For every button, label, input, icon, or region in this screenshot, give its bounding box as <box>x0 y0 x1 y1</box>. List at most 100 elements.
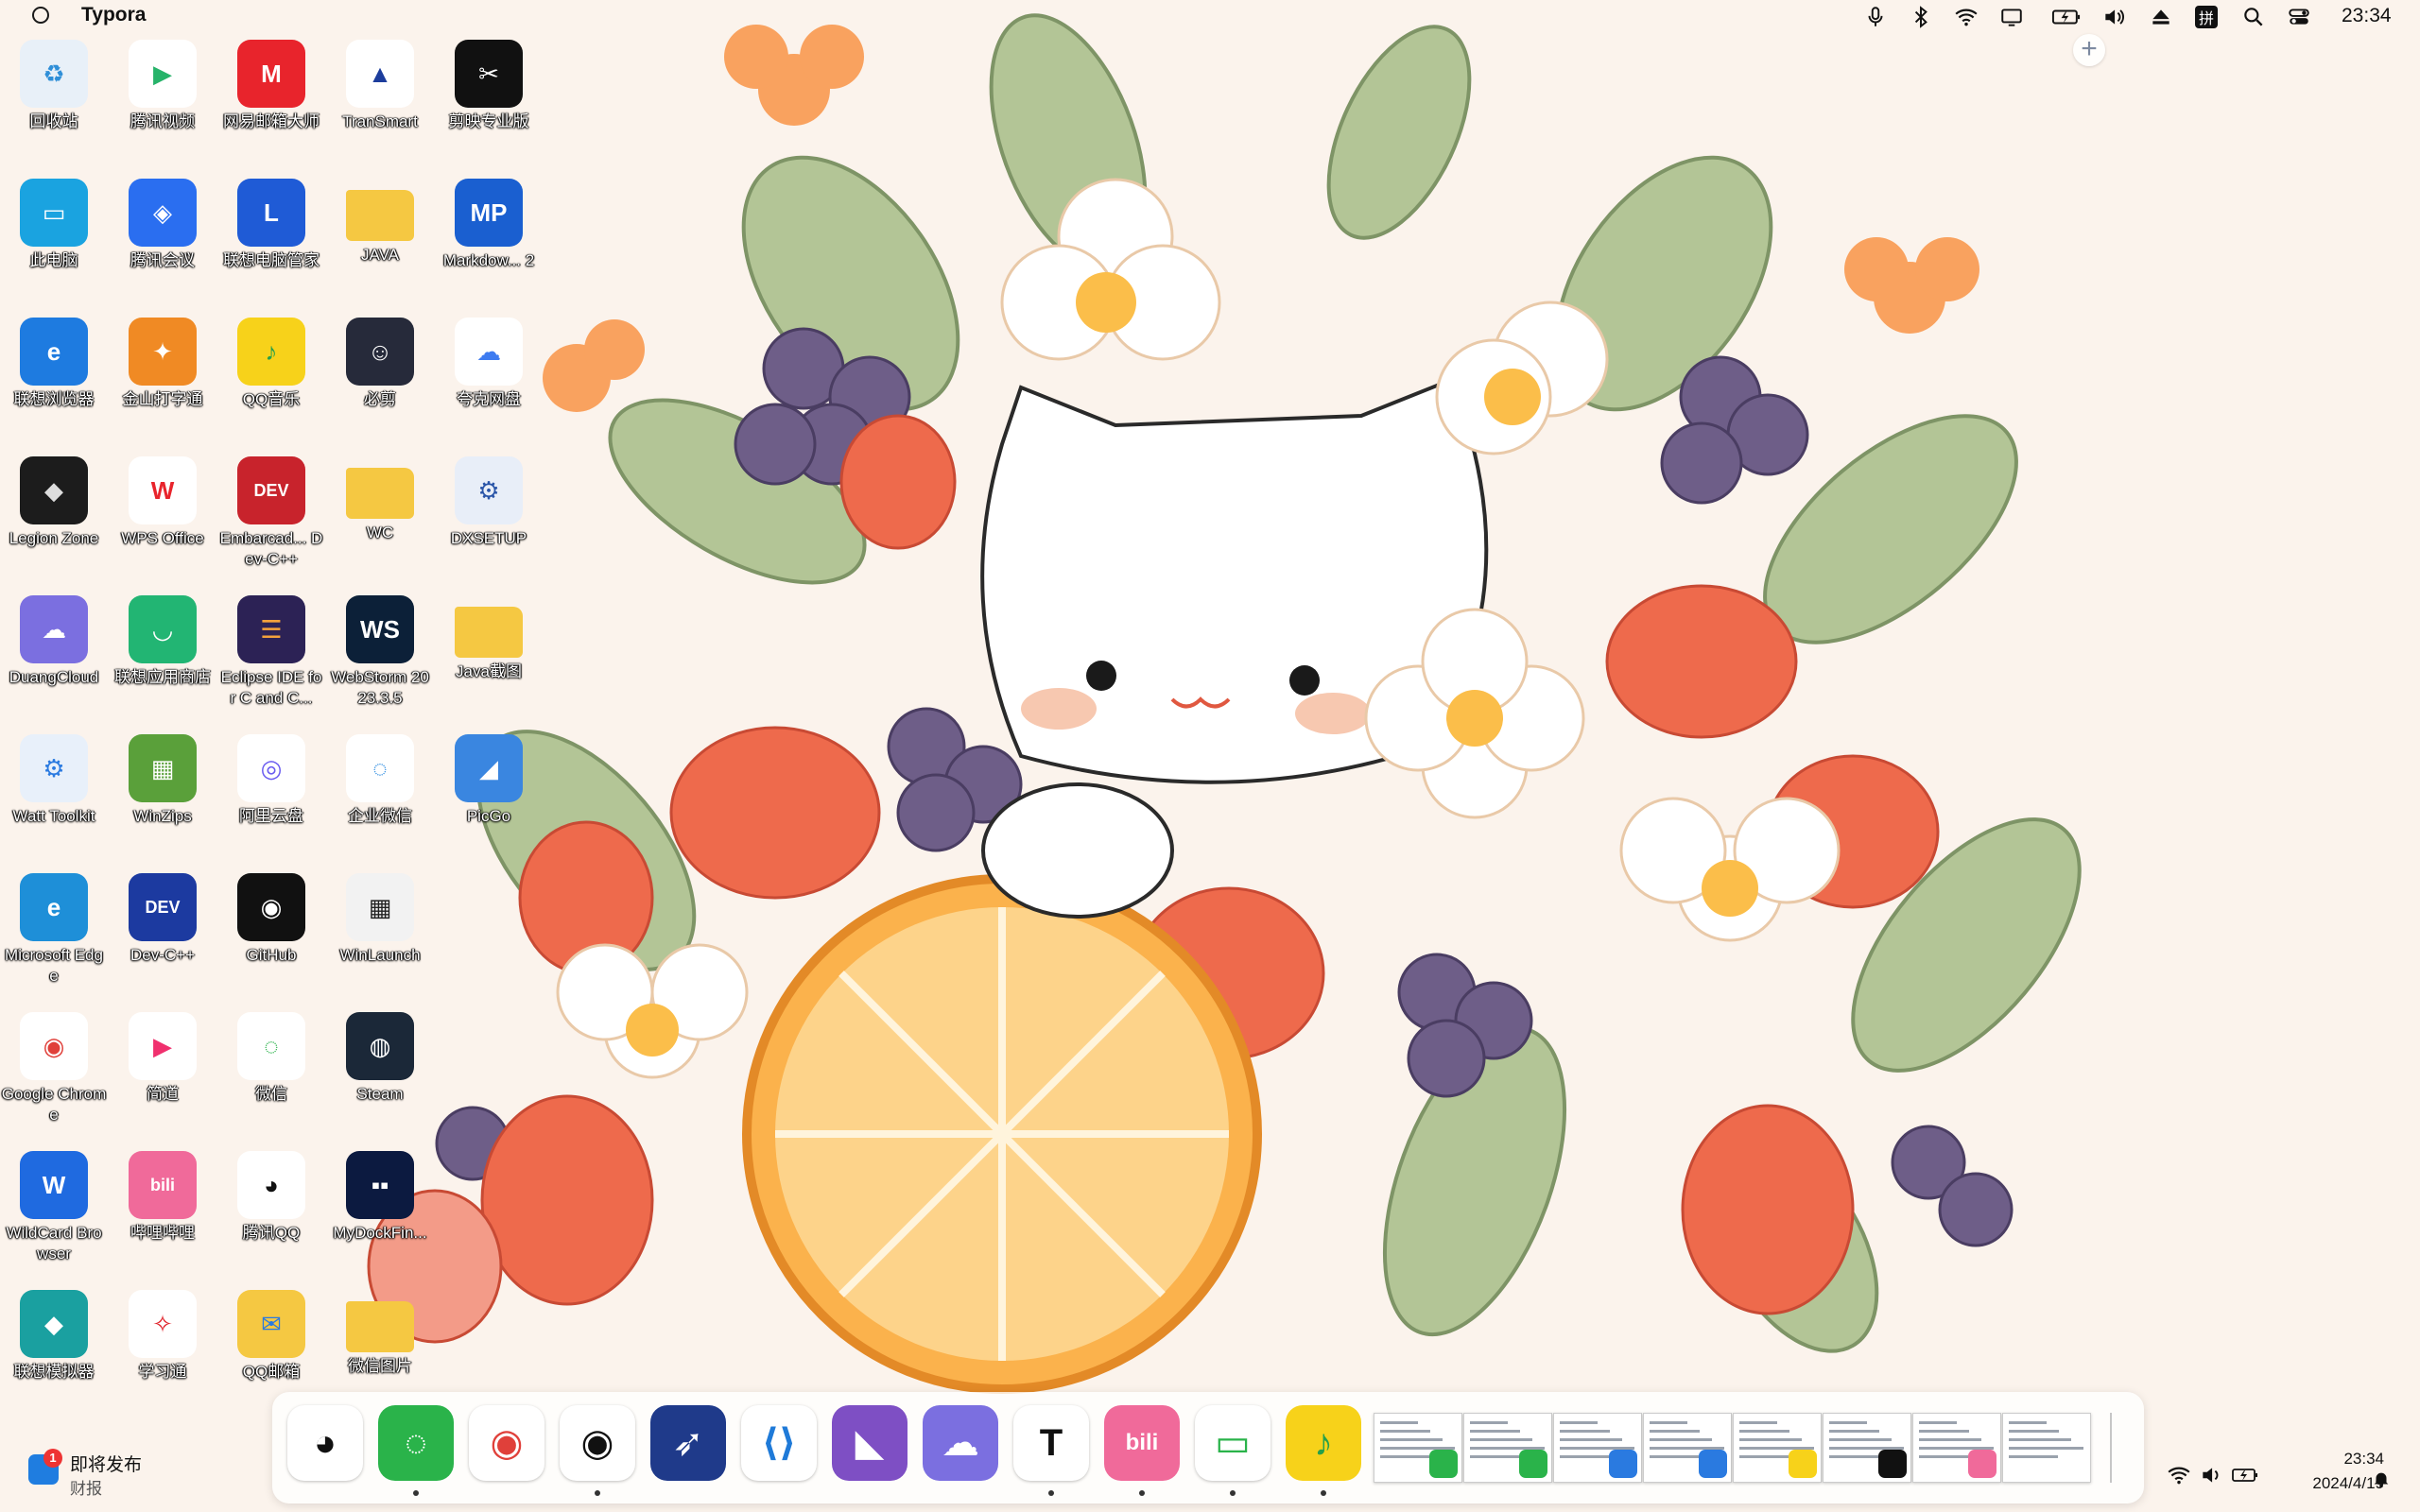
desktop-icon[interactable]: ◌ 微信 <box>218 1012 324 1105</box>
desktop-icon-label: Java截图 <box>456 662 522 680</box>
control-center-icon[interactable] <box>2286 4 2312 30</box>
ime-pinyin-icon[interactable]: 拼 <box>2195 6 2218 28</box>
desktop-icon[interactable]: ☰ Eclipse IDE for C and C... <box>218 595 324 709</box>
folder-icon <box>346 468 414 519</box>
dock-wecom-icon[interactable]: ▭ <box>1195 1405 1270 1481</box>
qq-music-window-thumbnail[interactable] <box>1733 1413 1822 1483</box>
desktop-icon[interactable]: DEV Embarcad... Dev-C++ <box>218 456 324 570</box>
desktop-icon[interactable]: ⚙ DXSETUP <box>436 456 542 549</box>
desktop-icon[interactable]: ♻ 回收站 <box>1 40 107 132</box>
taskbar-time[interactable]: 23:34 <box>2318 1450 2384 1469</box>
github-window-thumbnail[interactable] <box>1823 1413 1911 1483</box>
desktop-icon[interactable]: ⚙ Watt Toolkit <box>1 734 107 827</box>
dock-bilibili-icon[interactable]: bili <box>1104 1405 1180 1481</box>
volume-icon[interactable] <box>2199 1463 2223 1487</box>
thumbnail-line <box>1470 1430 1520 1433</box>
desktop-icon[interactable]: ◌ 企业微信 <box>327 734 433 827</box>
desktop-icon[interactable]: ☁ DuangCloud <box>1 595 107 688</box>
desktop-icon[interactable]: ✧ 学习通 <box>110 1290 216 1383</box>
desktop-icon-label: DuangCloud <box>9 668 99 686</box>
desktop-icon[interactable]: e Microsoft Edge <box>1 873 107 987</box>
desktop-icon[interactable]: L 联想电脑管家 <box>218 179 324 271</box>
dock-duangcloud-icon[interactable]: ☁ <box>923 1405 998 1481</box>
desktop-icon[interactable]: ▶ 简道 <box>110 1012 216 1105</box>
volume-icon[interactable] <box>2100 4 2127 30</box>
dock-rocket-launcher-icon[interactable]: ➶ <box>650 1405 726 1481</box>
notification-bell-icon[interactable] <box>2371 1467 2392 1491</box>
desktop-icon[interactable]: ✂ 剪映专业版 <box>436 40 542 132</box>
lenovo-emulator-icon: ◆ <box>20 1290 88 1358</box>
desktop-icon[interactable]: bili 哔哩哔哩 <box>110 1151 216 1244</box>
desktop-icon[interactable]: M 网易邮箱大师 <box>218 40 324 132</box>
typora-window-thumbnail[interactable] <box>2002 1413 2091 1483</box>
active-app-name[interactable]: Typora <box>81 4 146 26</box>
desktop-icon[interactable]: ◕ 腾讯QQ <box>218 1151 324 1244</box>
dock-typora-icon[interactable]: T <box>1013 1405 1089 1481</box>
desktop-icon-label: JAVA <box>361 246 399 264</box>
desktop-icon-label: 企业微信 <box>348 807 412 825</box>
desktop-icon[interactable]: ☺ 必剪 <box>327 318 433 410</box>
desktop-icon[interactable]: ◉ GitHub <box>218 873 324 966</box>
desktop-icon[interactable]: ◆ Legion Zone <box>1 456 107 549</box>
wifi-icon[interactable] <box>2167 1463 2191 1487</box>
microphone-icon[interactable] <box>1862 4 1889 30</box>
desktop-icon[interactable]: ✦ 金山打字通 <box>110 318 216 410</box>
desktop-icon[interactable]: e 联想浏览器 <box>1 318 107 410</box>
dock-visual-studio-icon[interactable]: ◣ <box>832 1405 908 1481</box>
desktop-icon[interactable]: ▪▪ MyDockFin... <box>327 1151 433 1244</box>
thumbnail-line <box>1470 1421 1508 1424</box>
dock-chrome-icon[interactable]: ◉ <box>469 1405 544 1481</box>
desktop-icon[interactable]: ◈ 腾讯会议 <box>110 179 216 271</box>
desktop-icon[interactable]: ▶ 腾讯视频 <box>110 40 216 132</box>
desktop-icon[interactable]: ☁ 夸克网盘 <box>436 318 542 410</box>
desktop-icon[interactable]: ◡ 联想应用商店 <box>110 595 216 688</box>
desktop-icon[interactable]: WC <box>327 456 433 543</box>
search-icon[interactable] <box>2240 4 2267 30</box>
running-indicator <box>595 1490 600 1496</box>
desktop-icon[interactable]: WS WebStorm 2023.3.5 <box>327 595 433 709</box>
bluetooth-icon[interactable] <box>1908 4 1934 30</box>
add-desktop-button[interactable]: + <box>2073 34 2105 66</box>
desktop-icon[interactable]: W WPS Office <box>110 456 216 549</box>
desktop-icon[interactable]: ◎ 阿里云盘 <box>218 734 324 827</box>
desktop-icon[interactable]: ◆ 联想模拟器 <box>1 1290 107 1383</box>
eject-icon[interactable] <box>2148 4 2174 30</box>
screen-icon[interactable] <box>1998 4 2025 30</box>
dock-vscode-icon[interactable]: ⟨⟩ <box>741 1405 817 1481</box>
taskbar-date[interactable]: 2024/4/19 <box>2276 1474 2384 1493</box>
start-menu-icon[interactable] <box>32 7 49 24</box>
battery-charging-icon[interactable] <box>2049 4 2083 30</box>
desktop-icon[interactable]: Java截图 <box>436 595 542 682</box>
desktop-icon[interactable]: ◍ Steam <box>327 1012 433 1105</box>
notepad-icon[interactable] <box>1553 1413 1642 1483</box>
desktop-icon[interactable]: W WildCard Browser <box>1 1151 107 1264</box>
bilibili-icon: bili <box>129 1151 197 1219</box>
wecom-window-thumbnail[interactable] <box>1463 1413 1552 1483</box>
bcut-icon: ☺ <box>346 318 414 386</box>
desktop-icon[interactable]: ◉ Google Chrome <box>1 1012 107 1125</box>
legion-zone-icon: ◆ <box>20 456 88 524</box>
desktop-icon[interactable]: ◢ PicGo <box>436 734 542 827</box>
desktop-icon-label: 网易邮箱大师 <box>223 112 320 130</box>
wifi-icon[interactable] <box>1953 4 1979 30</box>
desktop-icon[interactable]: JAVA <box>327 179 433 266</box>
desktop-icon[interactable]: ▦ WinZips <box>110 734 216 827</box>
dock-qq-music-icon[interactable]: ♪ <box>1286 1405 1361 1481</box>
top-clock[interactable]: 23:34 <box>2342 5 2392 27</box>
battery-charging-icon[interactable] <box>2231 1463 2259 1487</box>
desktop-icon[interactable]: ▭ 此电脑 <box>1 179 107 271</box>
bilibili-window-thumbnail[interactable] <box>1912 1413 2001 1483</box>
dock-github-desktop-icon[interactable]: ◉ <box>560 1405 635 1481</box>
dock-wechat-icon[interactable]: ◌ <box>378 1405 454 1481</box>
desktop-icon[interactable]: 微信图片 <box>327 1290 433 1377</box>
notepad-window-thumbnail[interactable] <box>1643 1413 1732 1483</box>
desktop-icon[interactable]: ▲ TranSmart <box>327 40 433 132</box>
desktop-icon[interactable]: DEV Dev-C++ <box>110 873 216 966</box>
desktop-icon[interactable]: ✉ QQ邮箱 <box>218 1290 324 1383</box>
desktop-icon[interactable]: ♪ QQ音乐 <box>218 318 324 410</box>
dock-qq-icon[interactable]: ◕ <box>287 1405 363 1481</box>
wechat-window-thumbnail[interactable] <box>1374 1413 1462 1483</box>
desktop-icon[interactable]: MP Markdow... 2 <box>436 179 542 271</box>
dxsetup-icon: ⚙ <box>455 456 523 524</box>
desktop-icon[interactable]: ▦ WinLaunch <box>327 873 433 966</box>
